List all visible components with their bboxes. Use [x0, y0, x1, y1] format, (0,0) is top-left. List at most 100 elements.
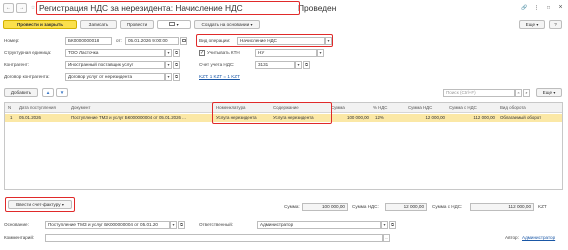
column-header[interactable]: % НДС [373, 104, 387, 112]
link-icon[interactable]: 🔗 [520, 3, 529, 13]
save-button[interactable]: Записать [80, 20, 117, 29]
ktn-label: Учитывать КТН [207, 50, 240, 55]
document-status: Проведен [298, 3, 337, 13]
arrow-down-icon: ▼ [59, 90, 65, 95]
table-search-input[interactable]: Поиск (Ctrl+F) [443, 89, 515, 97]
open-link-icon: ⧉ [175, 62, 178, 67]
unit-field[interactable]: ТОО Ласточка [65, 49, 165, 57]
chevron-down-icon: ▾ [172, 222, 175, 227]
total-field: 112 000,00 [470, 203, 534, 211]
sum-field: 100 000,00 [302, 203, 348, 211]
currency-label: KZT [538, 204, 547, 209]
calendar-icon [181, 39, 186, 42]
row-vat-sum: 12 000,00 [425, 115, 445, 120]
basis-field[interactable]: Поступление ТМЗ и услуг БК000000004 от 0… [45, 221, 170, 229]
contract-dropdown-button[interactable]: ▾ [165, 73, 172, 81]
printer-icon [169, 22, 176, 26]
chevron-down-icon: ▾ [167, 50, 170, 55]
column-header[interactable]: Документ [71, 104, 90, 112]
help-button[interactable]: ? [549, 20, 562, 29]
row-sum: 100 000,00 [347, 115, 369, 120]
invoice-button-highlight [5, 197, 75, 212]
nomenclature-highlight [212, 102, 332, 124]
column-header[interactable]: Сумма НДС [408, 104, 432, 112]
chevron-down-icon: ▾ [383, 222, 386, 227]
maximize-icon[interactable]: □ [544, 3, 553, 13]
account-dropdown-button[interactable]: ▾ [295, 61, 302, 69]
vat-field: 12 000,00 [385, 203, 427, 211]
chevron-down-icon: ▾ [176, 22, 179, 27]
counterparty-field[interactable]: Иностранный поставщик услуг [65, 61, 165, 69]
move-up-button[interactable]: ▲ [42, 88, 54, 97]
number-field[interactable]: БК0000000018 [65, 37, 112, 45]
open-link-icon: ⧉ [175, 74, 178, 79]
counterparty-dropdown-button[interactable]: ▾ [165, 61, 172, 69]
number-label: Номер: [4, 38, 20, 43]
column-header[interactable]: Сумма [331, 104, 345, 112]
responsible-dropdown-button[interactable]: ▾ [381, 221, 388, 229]
basis-open-button[interactable]: ⧉ [178, 221, 185, 229]
search-clear-button[interactable]: × [515, 89, 522, 97]
create-based-on-button[interactable]: Создать на основании ▾ [194, 20, 260, 29]
chevron-down-icon: ▾ [319, 50, 322, 55]
unit-open-button[interactable]: ⧉ [173, 49, 180, 57]
arrow-left-icon: ← [6, 5, 11, 11]
responsible-field[interactable]: Администратор [257, 221, 381, 229]
row-date: 05.01.2026 [19, 115, 41, 120]
row-document: Поступление ТМЗ и услуг БК000000004 от 0… [71, 115, 186, 120]
arrow-up-icon: ▲ [45, 90, 51, 95]
back-button[interactable]: ← [3, 3, 14, 13]
close-icon[interactable]: × [556, 3, 565, 13]
chevron-down-icon: ▾ [167, 74, 170, 79]
contract-field[interactable]: Договор услуг от нерезидента [65, 73, 165, 81]
create-based-on-label: Создать на основании [201, 22, 250, 27]
account-open-button[interactable]: ⧉ [303, 61, 310, 69]
ellipsis-icon: … [384, 235, 389, 240]
chevron-down-icon: ▾ [553, 90, 556, 95]
open-link-icon: ⧉ [180, 222, 183, 227]
comment-field[interactable] [45, 234, 383, 242]
chevron-down-icon: ▾ [297, 62, 300, 67]
currency-rate-link[interactable]: KZT: 1 KZT = 1 KZT [199, 73, 240, 81]
date-field[interactable]: 05.01.2026 9:00:00 [125, 37, 179, 45]
sum-label: Сумма: [284, 204, 300, 209]
account-label: Счет учета НДС: [199, 62, 235, 67]
post-and-close-button[interactable]: Провести и закрыть [3, 20, 77, 29]
search-button[interactable]: ⌕ [523, 89, 530, 97]
column-header[interactable]: Сумма с НДС [449, 104, 477, 112]
unit-dropdown-button[interactable]: ▾ [165, 49, 172, 57]
move-down-button[interactable]: ▼ [56, 88, 68, 97]
responsible-open-button[interactable]: ⧉ [389, 221, 396, 229]
chevron-down-icon: ▾ [167, 62, 170, 67]
forward-button[interactable]: → [16, 3, 27, 13]
arrow-right-icon: → [19, 5, 24, 11]
basis-dropdown-button[interactable]: ▾ [170, 221, 177, 229]
post-button[interactable]: Провести [120, 20, 154, 29]
more-actions-button[interactable]: Еще ▾ [519, 20, 545, 29]
operation-highlight [196, 34, 333, 47]
counterparty-label: Контрагент: [4, 62, 30, 67]
add-row-button[interactable]: Добавить [4, 88, 38, 97]
open-link-icon: ⧉ [391, 222, 394, 227]
column-header[interactable]: Вид оборота [500, 104, 526, 112]
table-more-button[interactable]: Еще ▾ [536, 88, 562, 97]
calendar-button[interactable] [180, 37, 187, 45]
contract-open-button[interactable]: ⧉ [173, 73, 180, 81]
more-label: Еще [525, 22, 536, 27]
ktn-checkbox[interactable]: ✓ [199, 50, 205, 56]
counterparty-open-button[interactable]: ⧉ [173, 61, 180, 69]
account-field[interactable]: 3131 [255, 61, 295, 69]
author-link[interactable]: Администратор [522, 234, 555, 242]
ktn-dropdown-button[interactable]: ▾ [317, 49, 324, 57]
column-header[interactable]: Дата поступления [19, 104, 56, 112]
row-turnover-type: Облагаемый оборот [500, 115, 542, 120]
print-button[interactable]: ▾ [157, 20, 191, 29]
search-icon: ⌕ [525, 90, 528, 95]
ktn-field[interactable]: НУ [255, 49, 317, 57]
comment-expand-button[interactable]: … [383, 234, 390, 242]
date-from-label: от: [116, 38, 122, 43]
column-header[interactable]: N [8, 104, 11, 112]
chevron-down-icon: ▾ [250, 22, 253, 27]
more-icon[interactable]: ⋮ [532, 3, 541, 13]
close-icon: × [517, 90, 520, 95]
